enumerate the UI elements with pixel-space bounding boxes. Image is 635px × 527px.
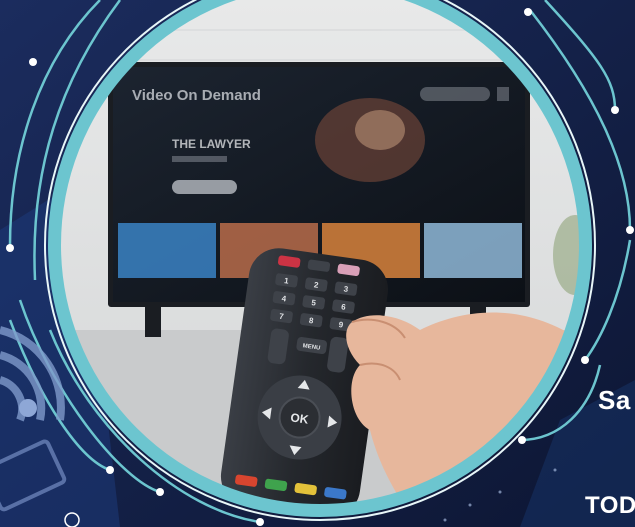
tv-header-title: Video On Demand (132, 87, 261, 104)
tv-feature-sub (172, 156, 227, 162)
partial-subheading-text: TOD (585, 492, 635, 519)
tv-thumbnail (424, 223, 522, 278)
tv-header-square (497, 87, 509, 101)
partial-heading-text: Sa (598, 385, 631, 415)
tv-play-button (172, 180, 237, 194)
tv-header-pill (420, 87, 490, 101)
tv-feature-title: THE LAWYER (172, 137, 251, 151)
remote-ok-label: OK (290, 410, 310, 426)
tv-thumbnail (118, 223, 216, 278)
wifi-dot (19, 399, 37, 417)
photo-scene: Video On Demand THE LAWYER 2 1 3 4 5 6 7… (0, 0, 635, 527)
